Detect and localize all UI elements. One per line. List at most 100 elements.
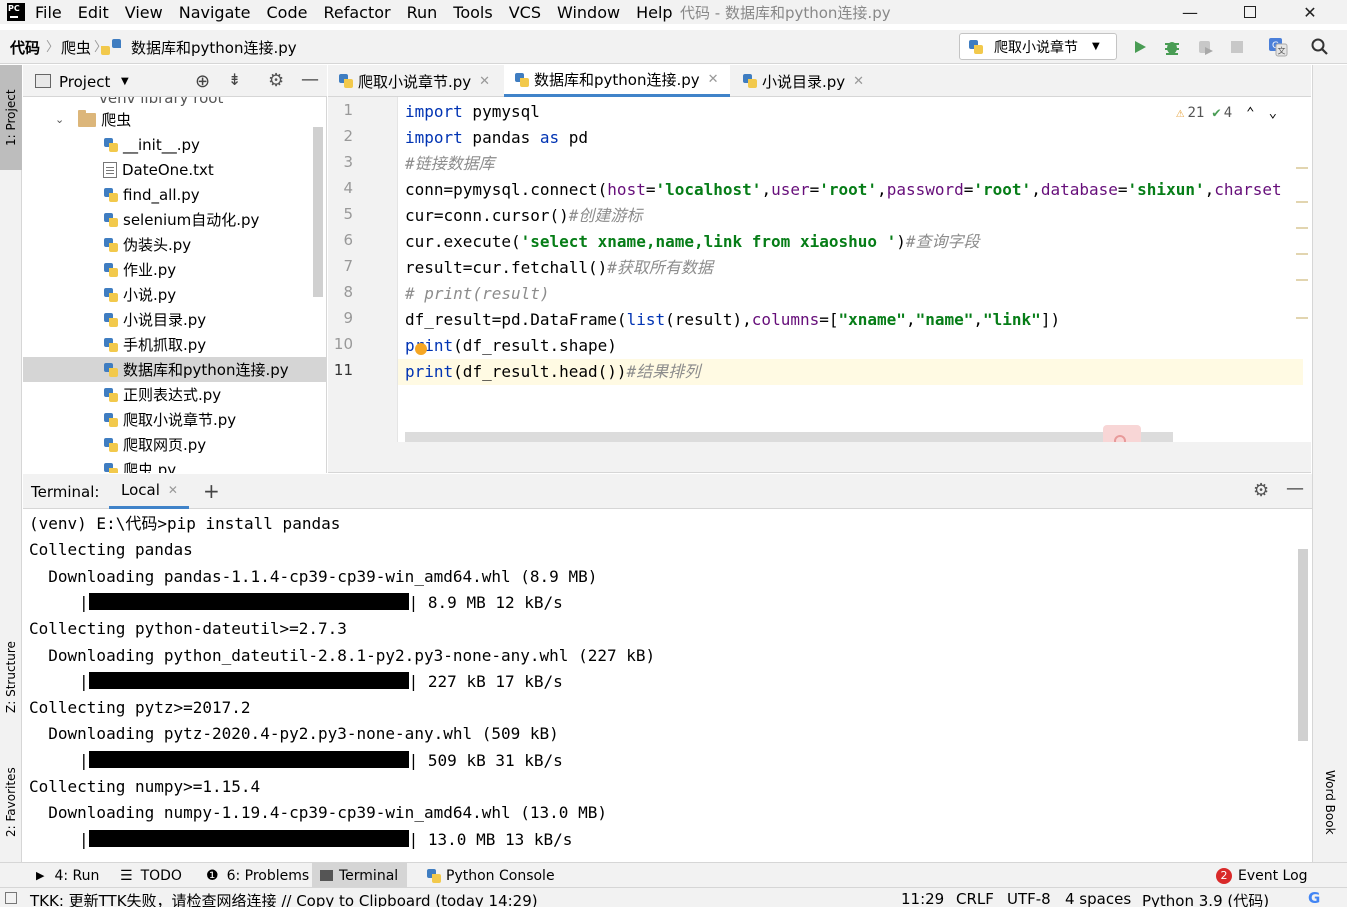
event-log-button[interactable]: 2 Event Log <box>1208 863 1316 888</box>
tree-file-row[interactable]: 小说.py <box>23 282 326 307</box>
menu-view[interactable]: View <box>125 3 163 22</box>
menu-vcs[interactable]: VCS <box>509 3 541 22</box>
search-icon <box>1311 38 1328 55</box>
tree-file-row[interactable]: 爬虫.py <box>23 457 326 473</box>
tree-folder-爬虫[interactable]: ⌄ 爬虫 <box>23 107 326 132</box>
collapse-all-icon[interactable]: ⇟ <box>228 70 241 89</box>
menu-tools[interactable]: Tools <box>453 3 492 22</box>
problems-tool-button[interactable]: ❶ 6: Problems <box>198 863 317 888</box>
line-number: 6 <box>343 231 353 249</box>
new-terminal-icon[interactable]: + <box>203 479 220 503</box>
run-configuration-select[interactable]: 爬取小说章节 ▼ <box>959 33 1117 60</box>
chevron-down-icon[interactable]: ⌄ <box>1269 105 1277 121</box>
terminal-output[interactable]: (venv) E:\代码>pip install pandas Collectin… <box>23 509 1312 859</box>
menu-navigate[interactable]: Navigate <box>179 3 251 22</box>
breadcrumb-folder[interactable]: 爬虫 <box>61 37 91 58</box>
close-tab-icon[interactable]: ✕ <box>479 74 490 89</box>
search-everywhere-button[interactable] <box>1309 36 1331 58</box>
menu-run[interactable]: Run <box>407 3 438 22</box>
menu-window[interactable]: Window <box>557 3 620 22</box>
translate-button[interactable]: G文 <box>1267 36 1289 58</box>
tree-file-row[interactable]: 伪装头.py <box>23 232 326 257</box>
terminal-line: Downloading numpy-1.19.4-cp39-cp39-win_a… <box>29 803 607 823</box>
tree-scrollbar[interactable] <box>313 127 323 297</box>
tab-数据库和python连接[interactable]: 数据库和python连接.py ✕ <box>504 65 730 97</box>
tree-file-row[interactable]: 作业.py <box>23 257 326 282</box>
code-line-7: result=cur.fetchall()#获取所有数据 <box>405 258 713 277</box>
menu-file[interactable]: File <box>35 3 62 22</box>
status-message[interactable]: TKK: 更新TTK失败，请检查网络连接 // Copy to Clipboar… <box>30 890 538 907</box>
python-console-tool-button[interactable]: Python Console <box>418 863 563 888</box>
tree-file-row[interactable]: 爬取网页.py <box>23 432 326 457</box>
tree-file-row[interactable]: 手机抓取.py <box>23 332 326 357</box>
python-interpreter[interactable]: Python 3.9 (代码) <box>1142 890 1269 907</box>
close-tab-icon[interactable]: ✕ <box>853 74 864 89</box>
terminal-line: Collecting pytz>=2017.2 <box>29 698 251 718</box>
structure-tool-tab[interactable]: Z: Structure <box>0 625 22 730</box>
code-editor[interactable]: import pymysql import pandas as pd #链接数据… <box>398 97 1311 442</box>
horizontal-scrollbar[interactable] <box>405 432 1173 442</box>
hide-panel-icon[interactable]: — <box>301 69 319 90</box>
gear-icon[interactable]: ⚙ <box>1253 480 1269 501</box>
tree-file-row[interactable]: DateOne.txt <box>23 157 326 182</box>
minimize-button[interactable]: — <box>1160 0 1220 24</box>
search-icon <box>1114 435 1126 442</box>
tab-小说目录[interactable]: 小说目录.py ✕ <box>732 65 872 97</box>
terminal-scrollbar[interactable] <box>1298 549 1308 741</box>
favorites-tool-tab[interactable]: 2: Favorites <box>0 745 22 860</box>
line-separator[interactable]: CRLF <box>956 890 994 907</box>
python-file-icon <box>103 337 119 353</box>
gear-icon[interactable]: ⚙ <box>268 70 284 91</box>
terminal-tab-local[interactable]: Local ✕ <box>109 474 189 509</box>
tree-file-row[interactable]: 数据库和python连接.py <box>23 357 326 382</box>
locate-file-icon[interactable]: ⊕ <box>195 71 210 92</box>
floating-search-button[interactable] <box>1103 425 1141 442</box>
close-tab-icon[interactable]: ✕ <box>168 483 178 497</box>
tree-file-row[interactable]: find_all.py <box>23 182 326 207</box>
debug-button[interactable] <box>1161 36 1183 58</box>
coverage-button[interactable] <box>1194 36 1216 58</box>
todo-tool-button[interactable]: ☰ TODO <box>112 863 190 888</box>
google-icon[interactable]: G <box>1308 889 1320 907</box>
tree-file-row[interactable]: selenium自动化.py <box>23 207 326 232</box>
caret-position[interactable]: 11:29 <box>901 890 944 907</box>
tree-file-row[interactable]: 正则表达式.py <box>23 382 326 407</box>
menu-bar: PC File Edit View Navigate Code Refactor… <box>0 0 1347 24</box>
tree-file-row[interactable]: 爬取小说章节.py <box>23 407 326 432</box>
menu-help[interactable]: Help <box>636 3 672 22</box>
menu-edit[interactable]: Edit <box>78 3 109 22</box>
chevron-up-icon[interactable]: ⌃ <box>1246 105 1254 121</box>
inspection-widget[interactable]: ⚠ 21 ✔ 4 ⌃ ⌄ <box>1176 105 1277 121</box>
check-icon: ✔ <box>1212 105 1221 121</box>
file-encoding[interactable]: UTF-8 <box>1007 890 1051 907</box>
breadcrumb-file[interactable]: 数据库和python连接.py <box>131 37 297 58</box>
line-number: 8 <box>343 283 353 301</box>
close-tab-icon[interactable]: ✕ <box>708 72 719 87</box>
project-view-selector[interactable]: Project <box>59 73 110 91</box>
indent-setting[interactable]: 4 spaces <box>1065 890 1131 907</box>
chevron-down-icon: ▼ <box>1092 41 1100 52</box>
run-button[interactable] <box>1129 36 1151 58</box>
python-file-icon <box>514 72 530 88</box>
tree-file-row[interactable]: __init__.py <box>23 132 326 157</box>
intention-bulb-icon[interactable] <box>415 343 427 355</box>
hide-panel-icon[interactable]: — <box>1286 478 1304 499</box>
stop-button[interactable] <box>1226 36 1248 58</box>
project-tool-tab[interactable]: 1: Project <box>0 65 22 170</box>
close-window-button[interactable]: ✕ <box>1280 0 1340 24</box>
tree-row-label: 小说目录.py <box>123 311 207 329</box>
menu-code[interactable]: Code <box>267 3 308 22</box>
tool-windows-icon[interactable] <box>5 892 17 904</box>
tree-row-label: DateOne.txt <box>122 160 214 179</box>
word-book-tool-tab[interactable]: Word Book <box>1319 755 1341 850</box>
terminal-tool-button[interactable]: Terminal <box>312 863 407 888</box>
run-tool-button[interactable]: ▶ 4: Run <box>28 863 107 888</box>
terminal-title: Terminal: <box>31 483 100 501</box>
menu-refactor[interactable]: Refactor <box>323 3 390 22</box>
warning-count: 21 <box>1187 105 1205 121</box>
chevron-down-icon[interactable]: ▼ <box>121 76 129 87</box>
maximize-button[interactable] <box>1220 0 1280 24</box>
breadcrumb-project[interactable]: 代码 <box>10 37 40 58</box>
tab-爬取小说章节[interactable]: 爬取小说章节.py ✕ <box>328 65 502 97</box>
tree-file-row[interactable]: 小说目录.py <box>23 307 326 332</box>
